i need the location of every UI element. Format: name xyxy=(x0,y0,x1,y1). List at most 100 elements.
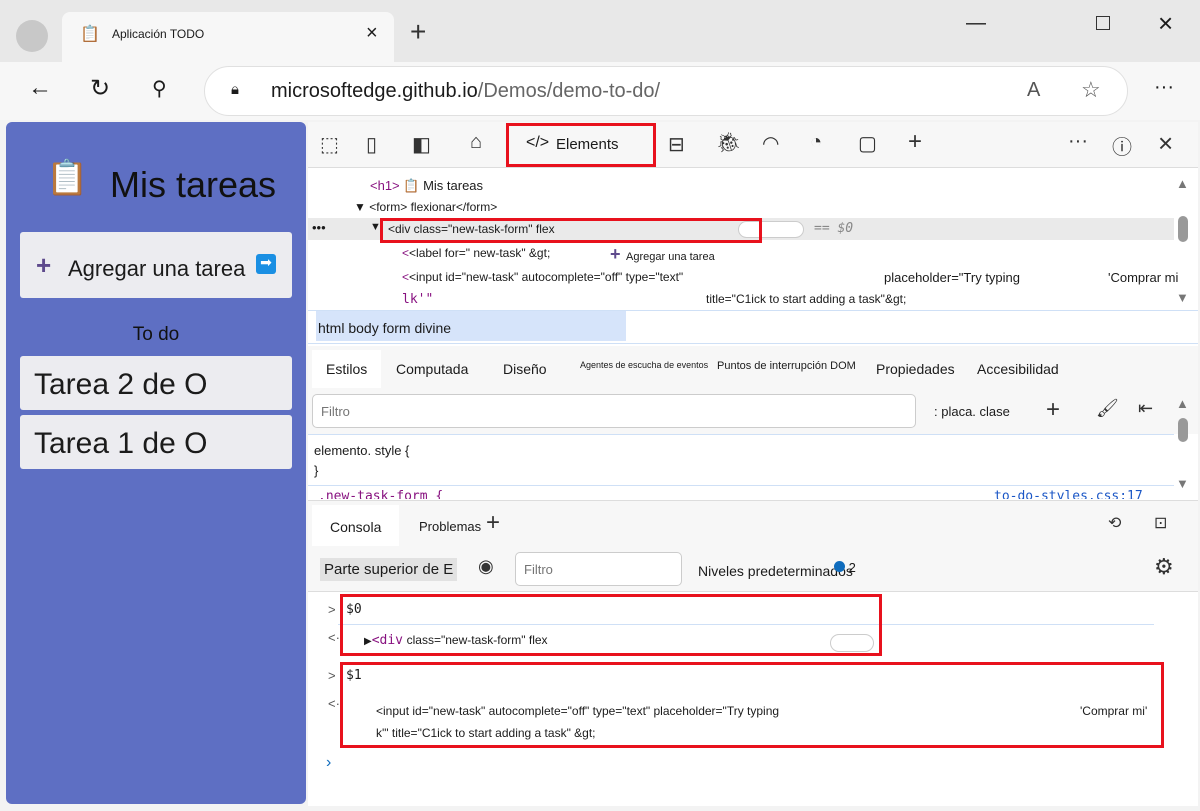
styles-scroll-down-icon[interactable]: ▼ xyxy=(1176,476,1189,491)
toggle-sidebar-icon[interactable]: ⇤ xyxy=(1138,398,1153,419)
add-task-button[interactable]: + Agregar una tarea ➡ xyxy=(20,232,292,298)
subtab-computed[interactable]: Computada xyxy=(396,361,468,377)
hov-cls-toggle[interactable]: : placa. clase xyxy=(934,404,1010,419)
output-arrow-icon: <· xyxy=(328,696,340,711)
task-item[interactable]: Tarea 2 de O xyxy=(20,356,292,410)
breadcrumb[interactable]: html body form divine xyxy=(316,311,626,341)
css-source-link[interactable]: to-do-styles.css:17 xyxy=(994,489,1143,499)
subtab-styles[interactable]: Estilos xyxy=(312,350,382,388)
more-tools-plus-icon[interactable]: + xyxy=(908,128,922,156)
add-drawer-tab-icon[interactable]: + xyxy=(486,509,500,537)
label-content-text: Agregar una tarea xyxy=(626,251,715,263)
sidebar-icon[interactable]: ◧ xyxy=(412,132,431,157)
browser-tab[interactable]: 📋 Aplicación TODO × xyxy=(62,12,394,62)
clipboard-icon: 📋 xyxy=(80,26,100,43)
inspect-icon[interactable]: ⬚ xyxy=(320,132,339,157)
help-icon[interactable]: ⓘ xyxy=(1112,131,1132,160)
plus-icon: + xyxy=(36,250,52,280)
read-aloud-icon[interactable]: A xyxy=(1027,79,1040,102)
css-rule: .new-task-form { xyxy=(318,489,444,499)
label-text: <label for=" new-task" &gt; xyxy=(409,246,551,260)
dom-tree: <h1> 📋 Mis tareas ▼ <form> flexionar</fo… xyxy=(308,168,1198,312)
form-node[interactable]: ▼ <form> flexionar</form> xyxy=(354,200,497,214)
performance-icon[interactable]: ◔ xyxy=(810,131,822,154)
styles-tabs: Estilos Computada Diseño Agentes de escu… xyxy=(308,346,1198,388)
log-levels-dropdown[interactable]: Niveles predeterminados xyxy=(698,563,853,579)
favorite-icon[interactable]: ☆ xyxy=(1081,77,1101,103)
new-rule-plus-icon[interactable]: + xyxy=(1046,396,1060,424)
device-emulation-icon[interactable]: ▯ xyxy=(366,132,377,157)
subtab-accessibility[interactable]: Accesibilidad xyxy=(977,361,1059,377)
close-devtools-icon[interactable]: × xyxy=(1158,128,1173,159)
subtab-event-listeners[interactable]: Agentes de escucha de eventos xyxy=(580,360,708,370)
url-domain: microsoftedge.github.io xyxy=(271,80,478,102)
styles-scroll-up-icon[interactable]: ▲ xyxy=(1176,396,1189,411)
eye-icon[interactable]: ◉ xyxy=(478,556,494,577)
minimize-icon[interactable]: — xyxy=(966,12,986,35)
search-icon[interactable]: ⚲ xyxy=(152,76,167,101)
todo-app: 📋 Mis tareas + Agregar una tarea ➡ To do… xyxy=(6,122,306,804)
drawer-tab-issues[interactable]: Problemas xyxy=(419,519,481,534)
profile-avatar[interactable] xyxy=(16,20,48,52)
console-settings-gear-icon[interactable]: ⚙ xyxy=(1154,554,1174,580)
input-prompt-icon: > xyxy=(328,602,336,617)
back-icon[interactable]: ← xyxy=(28,74,52,102)
styles-filter-input[interactable] xyxy=(312,394,916,428)
maximize-icon[interactable] xyxy=(1096,16,1110,30)
task-item[interactable]: Tarea 1 de O xyxy=(20,415,292,469)
label-content: + Agregar una tarea xyxy=(610,244,715,264)
console-filter-input[interactable] xyxy=(515,552,682,586)
console-icon[interactable]: ⊟ xyxy=(668,132,685,157)
scroll-up-icon[interactable]: ▲ xyxy=(1176,176,1189,191)
network-wifi-icon[interactable]: ◠ xyxy=(762,131,779,156)
context-selector[interactable]: Parte superior de E xyxy=(320,558,458,581)
app-title: Mis tareas xyxy=(110,164,277,205)
welcome-home-icon[interactable]: ⌂ xyxy=(470,131,482,154)
issues-count: 2 xyxy=(848,560,856,575)
url: microsoftedge.github.io/Demos/demo-to-do… xyxy=(271,80,660,103)
styles-scrollbar[interactable] xyxy=(1178,418,1188,442)
placeholder-attr: placeholder="Try typing xyxy=(884,270,1021,285)
more-options-icon[interactable]: ··· xyxy=(1068,130,1088,153)
highlight-box xyxy=(380,218,762,243)
input-text: <input id="new-task" autocomplete="off" … xyxy=(409,270,684,284)
add-task-label: Agregar una tarea xyxy=(68,256,246,281)
console-prompt-icon[interactable]: › xyxy=(326,754,331,772)
scroll-down-icon[interactable]: ▼ xyxy=(1176,290,1189,305)
h1-text: Mis tareas xyxy=(423,178,484,193)
scrollbar[interactable] xyxy=(1178,216,1188,242)
sources-bug-icon[interactable]: 🐞︎ xyxy=(716,130,741,155)
dock-drawer-icon[interactable]: ⊡ xyxy=(1154,513,1167,533)
input-node: <<input id="new-task" autocomplete="off"… xyxy=(402,270,684,284)
drawer-tab-console[interactable]: Consola xyxy=(312,505,400,549)
devtools-toolbar: ⬚ ▯ ◧ ⌂ </> Elements ⊟ 🐞︎ ◠ ◔ ▢ + ··· ⓘ … xyxy=(308,122,1198,168)
rule-divider xyxy=(308,485,1174,486)
close-tab-icon[interactable]: × xyxy=(366,22,378,45)
styles-pane: elemento. style { } .new-task-form { to-… xyxy=(308,434,1174,499)
clipboard-icon: 📋 xyxy=(46,159,89,197)
styles-toolbar: : placa. clase + 🖌︎ ⇤ xyxy=(308,388,1198,434)
refresh-icon[interactable]: ↻ xyxy=(90,74,110,103)
subtab-dom-breakpoints[interactable]: Puntos de interrupción DOM xyxy=(717,360,856,372)
application-icon[interactable]: ▢ xyxy=(858,131,877,156)
subtab-layout[interactable]: Diseño xyxy=(503,361,547,377)
new-tab-icon[interactable]: + xyxy=(410,16,426,48)
address-bar[interactable]: 🔒︎ microsoftedge.github.io/Demos/demo-to… xyxy=(204,66,1128,116)
lock-icon: 🔒︎ xyxy=(231,81,239,98)
arrow-right-icon: ➡ xyxy=(256,254,276,274)
output-arrow-icon: <· xyxy=(328,630,340,645)
subtab-properties[interactable]: Propiedades xyxy=(876,361,955,377)
issues-badge[interactable]: 2 xyxy=(834,560,856,575)
devtools: ⬚ ▯ ◧ ⌂ </> Elements ⊟ 🐞︎ ◠ ◔ ▢ + ··· ⓘ … xyxy=(308,122,1198,806)
title-attr: title="C1ick to start adding a task"&gt; xyxy=(706,292,907,306)
highlight-box xyxy=(506,123,656,167)
close-window-icon[interactable]: × xyxy=(1158,8,1173,39)
console-toolbar: Parte superior de E ◉ Niveles predetermi… xyxy=(308,546,1198,592)
breadcrumb-bar: html body form divine xyxy=(308,310,1198,344)
more-icon[interactable]: ··· xyxy=(1154,76,1174,99)
more-dots-icon: ••• xyxy=(312,220,326,235)
paint-brush-icon[interactable]: 🖌︎ xyxy=(1096,398,1119,419)
move-to-top-icon[interactable]: ⟲ xyxy=(1108,513,1121,533)
highlight-box xyxy=(340,594,882,656)
console-output: > $0 <· ▶<div class="new-task-form" flex… xyxy=(308,592,1198,806)
